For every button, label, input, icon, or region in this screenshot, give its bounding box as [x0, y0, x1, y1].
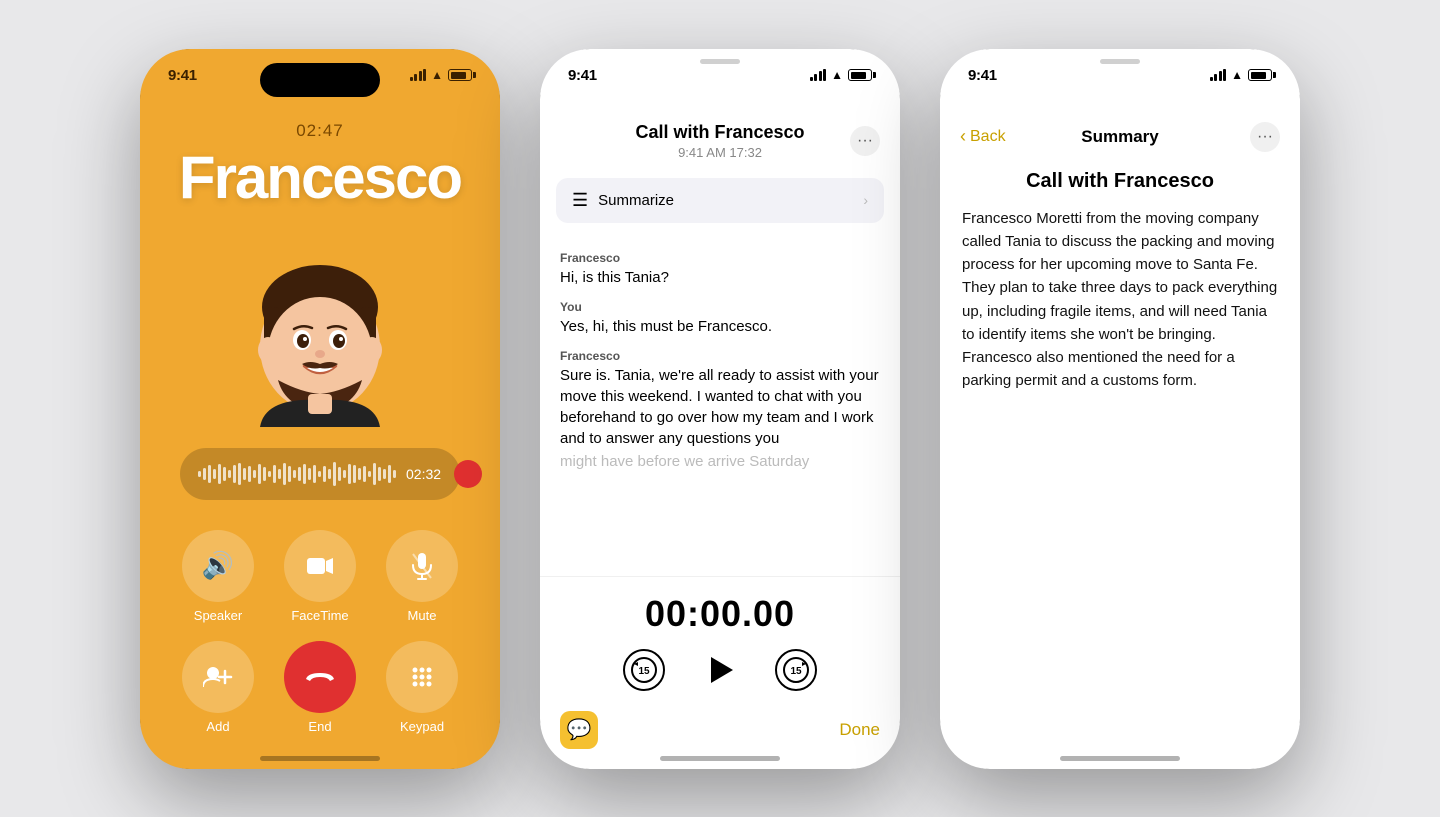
keypad-label: Keypad [400, 719, 444, 734]
playback-section: 00:00.00 15 15 [540, 576, 900, 703]
record-button[interactable] [454, 460, 482, 488]
keypad-circle [386, 641, 458, 713]
summarize-row[interactable]: ☰ Summarize › [556, 178, 884, 223]
status-time-3: 9:41 [968, 67, 997, 84]
speaker-button[interactable]: 🔊 Speaker [176, 530, 260, 623]
status-icons-2: ▲ [810, 68, 872, 82]
transcript-content: Francesco Hi, is this Tania? You Yes, hi… [540, 231, 900, 576]
summarize-icon: ☰ [572, 190, 588, 211]
battery-icon-2 [848, 69, 872, 81]
memoji-avatar [220, 222, 420, 432]
mute-button[interactable]: Mute [380, 530, 464, 623]
speaker-2: Francesco [560, 349, 880, 363]
waveform-time: 02:32 [406, 466, 444, 482]
signal-icon-2 [810, 69, 827, 81]
add-button[interactable]: Add [176, 641, 260, 734]
summary-nav-title: Summary [1081, 127, 1158, 147]
back-button[interactable]: ‹ Back [960, 126, 1006, 147]
back-label: Back [970, 128, 1006, 146]
end-circle [284, 641, 356, 713]
transcript-text-2: Sure is. Tania, we're all ready to assis… [560, 365, 880, 449]
dynamic-island-1 [260, 63, 380, 97]
play-icon [711, 657, 733, 683]
rewind-icon: 15 [630, 656, 658, 684]
end-label: End [308, 719, 331, 734]
transcript-title: Call with Francesco [560, 122, 880, 143]
chevron-right-icon: › [863, 192, 868, 208]
wifi-icon-1: ▲ [431, 68, 443, 82]
camera-icon [306, 556, 334, 576]
transcript-screen: 9:41 ▲ Call with Francesco 9:41 AM 17:32… [540, 49, 900, 769]
done-button[interactable]: Done [839, 720, 880, 740]
back-chevron-icon: ‹ [960, 126, 966, 147]
status-icons-3: ▲ [1210, 68, 1272, 82]
summarize-left: ☰ Summarize [572, 190, 674, 211]
wifi-icon-2: ▲ [831, 68, 843, 82]
add-person-icon [203, 665, 233, 689]
facetime-label: FaceTime [291, 608, 348, 623]
keypad-icon [410, 665, 434, 689]
home-indicator-2 [660, 756, 780, 761]
wifi-icon-3: ▲ [1231, 68, 1243, 82]
battery-icon-3 [1248, 69, 1272, 81]
svg-text:15: 15 [790, 666, 802, 677]
summarize-label: Summarize [598, 192, 674, 209]
transcript-text-0: Hi, is this Tania? [560, 267, 880, 288]
status-bar-2: 9:41 ▲ [540, 67, 900, 84]
facetime-button[interactable]: FaceTime [278, 530, 362, 623]
add-circle [182, 641, 254, 713]
call-timer: 02:47 [296, 121, 344, 141]
forward-icon: 15 [782, 656, 810, 684]
rewind-button[interactable]: 15 [623, 649, 665, 691]
summary-call-title: Call with Francesco [962, 170, 1278, 193]
facetime-circle [284, 530, 356, 602]
chat-button[interactable]: 💬 [560, 711, 598, 749]
playback-time: 00:00.00 [645, 593, 795, 635]
status-icons-1: ▲ [410, 68, 472, 82]
end-call-icon [304, 669, 336, 685]
status-time-2: 9:41 [568, 67, 597, 84]
more-options-button[interactable]: ··· [850, 126, 880, 156]
play-button[interactable] [697, 647, 743, 693]
svg-text:15: 15 [638, 666, 650, 677]
summary-more-button[interactable]: ··· [1250, 122, 1280, 152]
mute-label: Mute [408, 608, 437, 623]
status-time-1: 9:41 [168, 67, 197, 84]
signal-icon-1 [410, 69, 427, 81]
add-label: Add [206, 719, 229, 734]
speaker-circle: 🔊 [182, 530, 254, 602]
memoji-svg [220, 232, 420, 432]
phone-3: 9:41 ▲ ‹ Back Summary ··· [940, 49, 1300, 769]
summary-screen: 9:41 ▲ ‹ Back Summary ··· [940, 49, 1300, 769]
speaker-label: Speaker [194, 608, 242, 623]
waveform [198, 462, 396, 486]
home-indicator-3 [1060, 756, 1180, 761]
speaker-0: Francesco [560, 251, 880, 265]
transcript-text-2-faded: might have before we arrive Saturday [560, 451, 880, 472]
caller-name: Francesco [179, 143, 461, 212]
signal-icon-3 [1210, 69, 1227, 81]
waveform-bar: 02:32 [180, 448, 460, 500]
phone-2: 9:41 ▲ Call with Francesco 9:41 AM 17:32… [540, 49, 900, 769]
call-buttons-grid: 🔊 Speaker FaceTime [156, 530, 484, 734]
forward-button[interactable]: 15 [775, 649, 817, 691]
playback-controls: 15 15 [623, 647, 817, 693]
speaker-1: You [560, 300, 880, 314]
keypad-button[interactable]: Keypad [380, 641, 464, 734]
home-indicator-1 [260, 756, 380, 761]
transcript-subtitle: 9:41 AM 17:32 [560, 145, 880, 160]
summary-body: Francesco Moretti from the moving compan… [962, 207, 1278, 393]
battery-icon-1 [448, 69, 472, 81]
transcript-text-1: Yes, hi, this must be Francesco. [560, 316, 880, 337]
phone-1: 9:41 ▲ 02:47 Francesco [140, 49, 500, 769]
end-call-button[interactable]: End [278, 641, 362, 734]
summary-content: Call with Francesco Francesco Moretti fr… [940, 160, 1300, 769]
mute-icon [411, 552, 433, 580]
call-screen: 9:41 ▲ 02:47 Francesco [140, 49, 500, 769]
status-bar-3: 9:41 ▲ [940, 67, 1300, 84]
mute-circle [386, 530, 458, 602]
